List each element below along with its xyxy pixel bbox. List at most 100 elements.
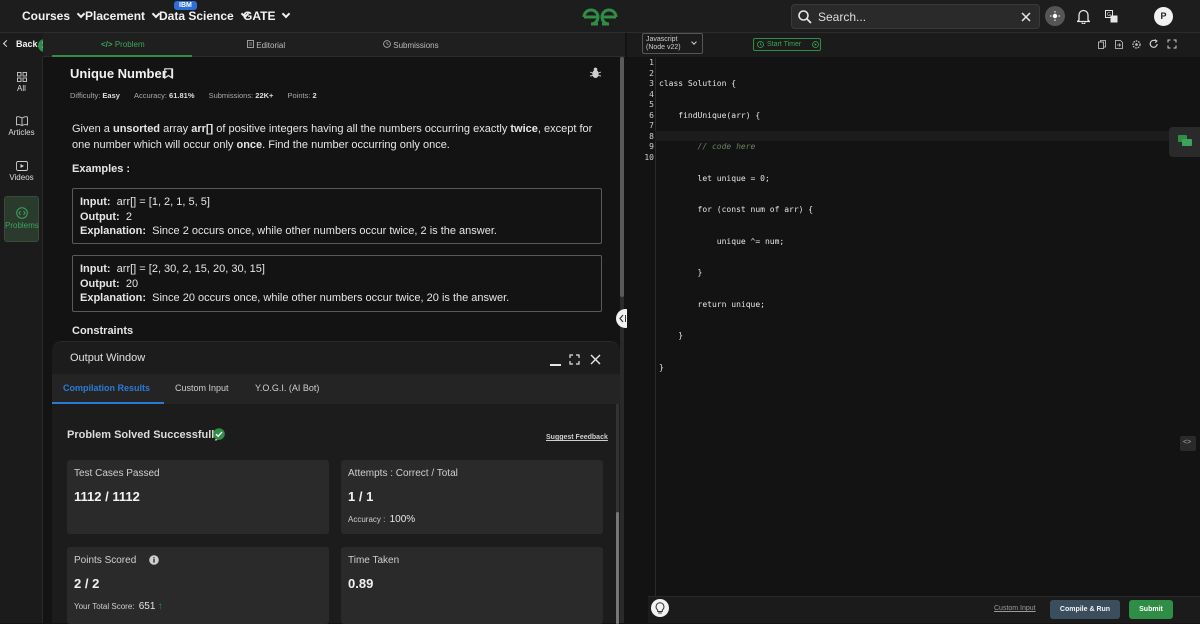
theme-toggle-button[interactable]	[1045, 6, 1065, 26]
submissions-label: Submissions:	[208, 91, 254, 100]
accuracy-row: Accuracy : 100%	[348, 514, 415, 525]
input-value: arr[] = [2, 30, 2, 15, 20, 30, 15]	[116, 263, 265, 275]
close-icon[interactable]	[1021, 12, 1031, 22]
rail-item-all[interactable]: All	[0, 72, 43, 93]
desc-bold: twice	[510, 123, 538, 135]
arrow-up-icon: ↑	[157, 601, 163, 612]
code-line: }	[659, 331, 684, 340]
code-line: for (const num of arr) {	[659, 205, 814, 214]
desc-text: Given a	[72, 123, 113, 135]
accuracy-value: 61.81%	[169, 91, 195, 100]
chat-icon	[1178, 135, 1192, 146]
code-line: let unique = 0;	[659, 173, 770, 183]
status-message: Problem Solved Successfully	[67, 429, 221, 441]
tab-problem[interactable]: </> Problem	[101, 40, 145, 49]
line-number: 3	[649, 79, 654, 88]
desc-bold: unsorted	[112, 123, 161, 135]
translate-icon[interactable]: G	[1105, 10, 1118, 23]
rail-item-problems[interactable]: Problems	[4, 196, 39, 242]
nav-gate[interactable]: GATE	[243, 9, 291, 23]
clock-icon	[383, 40, 391, 48]
explanation-label: Explanation:	[80, 225, 147, 237]
rail-item-articles[interactable]: Articles	[0, 116, 43, 137]
tab-submissions-label: Submissions	[393, 41, 439, 50]
code-line-comment: // code here	[659, 142, 756, 151]
accuracy-value: 100%	[389, 514, 416, 525]
check-circle-icon	[213, 428, 225, 440]
output-scrollbar-thumb[interactable]	[616, 512, 619, 624]
maximize-icon[interactable]	[569, 354, 580, 365]
nav-data-science-label: Data Science	[159, 9, 234, 23]
book-icon	[15, 116, 28, 127]
search-placeholder: Search...	[818, 10, 867, 24]
problem-description: Given a unsorted array arr[] of positive…	[72, 122, 604, 153]
line-number: 2	[649, 68, 654, 78]
minimize-icon[interactable]	[550, 364, 561, 366]
hint-button[interactable]	[651, 599, 669, 617]
file-import-icon[interactable]	[1115, 40, 1123, 49]
total-score-label: Your Total Score:	[74, 602, 135, 611]
bell-icon[interactable]	[1077, 9, 1090, 24]
active-tab-indicator	[52, 402, 164, 404]
total-score-row: Your Total Score: 651 ↑	[74, 601, 163, 612]
rail-item-label: Problems	[5, 221, 39, 230]
tab-submissions[interactable]: Submissions	[383, 40, 439, 50]
reset-icon[interactable]	[1149, 39, 1159, 49]
test-cases-label: Test Cases Passed	[74, 468, 160, 479]
submit-button[interactable]: Submit	[1129, 600, 1173, 619]
code-line: return unique;	[659, 299, 765, 309]
points-scored-label: Points Scored	[74, 555, 137, 566]
time-taken-value: 0.89	[348, 576, 374, 591]
fullscreen-icon[interactable]	[1167, 39, 1177, 49]
desc-text: . Find the number occurring only once.	[262, 138, 450, 151]
accuracy-label: Accuracy :	[348, 515, 386, 524]
attempts-value: 1 / 1	[348, 489, 374, 504]
input-label: Input:	[80, 196, 111, 208]
tab-editorial[interactable]: Editorial	[247, 40, 285, 50]
compile-run-button[interactable]: Compile & Run	[1050, 600, 1120, 619]
bookmark-icon[interactable]	[164, 68, 173, 79]
timer-icon	[757, 41, 764, 48]
rail-item-videos[interactable]: Videos	[0, 161, 43, 182]
copy-icon[interactable]	[1098, 40, 1106, 49]
custom-input-link[interactable]: Custom Input	[994, 605, 1036, 612]
language-select[interactable]: Javascript (Node v22)	[642, 33, 703, 54]
rail-item-label: Videos	[9, 173, 34, 182]
nav-courses[interactable]: Courses	[22, 9, 86, 23]
code-editor[interactable]: class Solution { findUnique(arr) { // co…	[659, 58, 813, 384]
output-value: 20	[125, 277, 139, 290]
code-line: }	[659, 362, 664, 372]
settings-icon[interactable]	[1132, 40, 1141, 49]
nav-placement[interactable]: Placement	[85, 9, 161, 23]
code-tag-icon: </>	[101, 40, 113, 49]
line-number: 9	[649, 142, 654, 151]
tab-problem-label: Problem	[114, 40, 145, 49]
line-number: 5	[649, 100, 654, 109]
difficulty-value: Easy	[102, 91, 120, 100]
tab-compilation-results[interactable]: Compilation Results	[63, 383, 150, 393]
nav-data-science[interactable]: Data Science	[159, 9, 249, 23]
collapse-panel-button[interactable]: <>	[1180, 436, 1196, 451]
info-icon[interactable]	[149, 555, 159, 565]
avatar[interactable]: P	[1154, 7, 1173, 26]
gfg-logo-icon[interactable]	[580, 6, 620, 28]
nav-gate-label: GATE	[243, 9, 276, 23]
output-window: Output Window Compilation Results Custom…	[52, 341, 620, 624]
line-number: 1	[649, 58, 654, 67]
suggest-feedback-link[interactable]: Suggest Feedback	[546, 434, 608, 441]
search-input[interactable]: Search...	[791, 4, 1040, 29]
bug-report-icon[interactable]	[590, 67, 601, 79]
problem-scrollbar-thumb[interactable]	[620, 57, 624, 297]
start-timer-button[interactable]: Start Timer	[753, 38, 821, 51]
line-number: 6	[649, 110, 654, 120]
points-value: 2	[312, 91, 317, 100]
chat-button[interactable]	[1169, 127, 1200, 157]
collapse-icon: <>	[1183, 439, 1192, 446]
constraints-heading: Constraints	[72, 325, 134, 337]
tab-yogi-ai-bot[interactable]: Y.O.G.I. (AI Bot)	[255, 383, 319, 393]
tab-custom-input[interactable]: Custom Input	[175, 383, 229, 393]
close-icon[interactable]	[590, 354, 601, 365]
line-number: 7	[649, 121, 654, 130]
desc-text: of positive integers having all the numb…	[213, 123, 511, 135]
chevron-down-icon	[282, 9, 291, 19]
